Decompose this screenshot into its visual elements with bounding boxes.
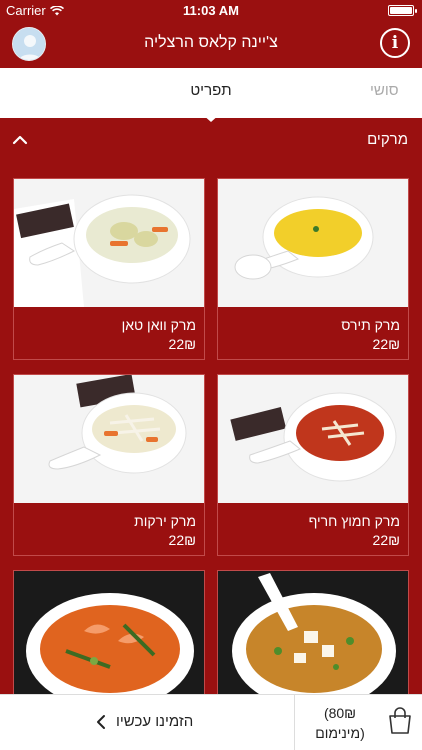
dish-info: מרק חמוץ חריף 22₪ <box>218 503 408 555</box>
info-icon[interactable]: i <box>380 28 410 58</box>
dish-name: מרק וואן טאן <box>121 317 196 333</box>
dish-info: מרק וואן טאן 22₪ <box>14 307 204 359</box>
dish-grid: מרק תירס 22₪ מרק וואן טאן 22₪ מרק חמוץ ח… <box>0 162 422 694</box>
status-time: 11:03 AM <box>183 3 239 18</box>
dish-price: 22₪ <box>168 336 196 352</box>
dish-card[interactable]: מרק תירס 22₪ <box>217 178 409 360</box>
dish-price: 22₪ <box>372 532 400 548</box>
dish-card[interactable] <box>217 570 409 694</box>
section-header-soups[interactable]: מרקים <box>0 118 422 162</box>
bottom-bar: הזמינו עכשיו (80₪ מינימום) <box>0 694 422 750</box>
order-now-button[interactable]: הזמינו עכשיו <box>96 713 193 730</box>
status-bar: Carrier 11:03 AM <box>0 0 422 20</box>
dish-info: מרק ירקות 22₪ <box>14 503 204 555</box>
dish-image <box>218 179 408 307</box>
tab-menu[interactable]: תפריט <box>170 82 252 99</box>
chevron-up-icon[interactable] <box>12 132 28 148</box>
dish-card[interactable]: מרק ירקות 22₪ <box>13 374 205 556</box>
dish-card[interactable]: מרק חמוץ חריף 22₪ <box>217 374 409 556</box>
page-title: צ'יינה קלאס הרצליה <box>144 34 278 51</box>
dish-price: 22₪ <box>372 336 400 352</box>
active-tab-indicator <box>202 114 220 122</box>
chevron-left-icon <box>97 714 105 729</box>
dish-card[interactable]: מרק וואן טאן 22₪ <box>13 178 205 360</box>
minimum-label: מינימום) <box>315 725 365 741</box>
dish-image <box>14 179 204 307</box>
shopping-bag-icon[interactable] <box>388 707 412 735</box>
dish-card[interactable] <box>13 570 205 694</box>
dish-image <box>14 571 204 694</box>
battery-icon <box>388 5 417 16</box>
tab-sushi[interactable]: סושי <box>370 82 422 99</box>
order-now-label: הזמינו עכשיו <box>116 713 194 730</box>
cart-minimum[interactable]: (80₪ מינימום) <box>306 703 374 743</box>
dish-name: מרק תירס <box>341 317 400 333</box>
dish-info: מרק תירס 22₪ <box>218 307 408 359</box>
dish-image <box>218 571 408 694</box>
minimum-amount: (80₪ <box>323 705 357 721</box>
section-title: מרקים <box>367 131 408 148</box>
user-avatar-icon[interactable] <box>12 27 46 61</box>
dish-price: 22₪ <box>168 532 196 548</box>
category-tabs: תפריט סושי <box>0 68 422 118</box>
dish-name: מרק ירקות <box>134 513 196 529</box>
dish-image <box>14 375 204 503</box>
bottom-divider <box>294 695 295 750</box>
dish-name: מרק חמוץ חריף <box>308 513 400 529</box>
nav-bar: צ'יינה קלאס הרצליה i <box>0 20 422 68</box>
dish-image <box>218 375 408 503</box>
